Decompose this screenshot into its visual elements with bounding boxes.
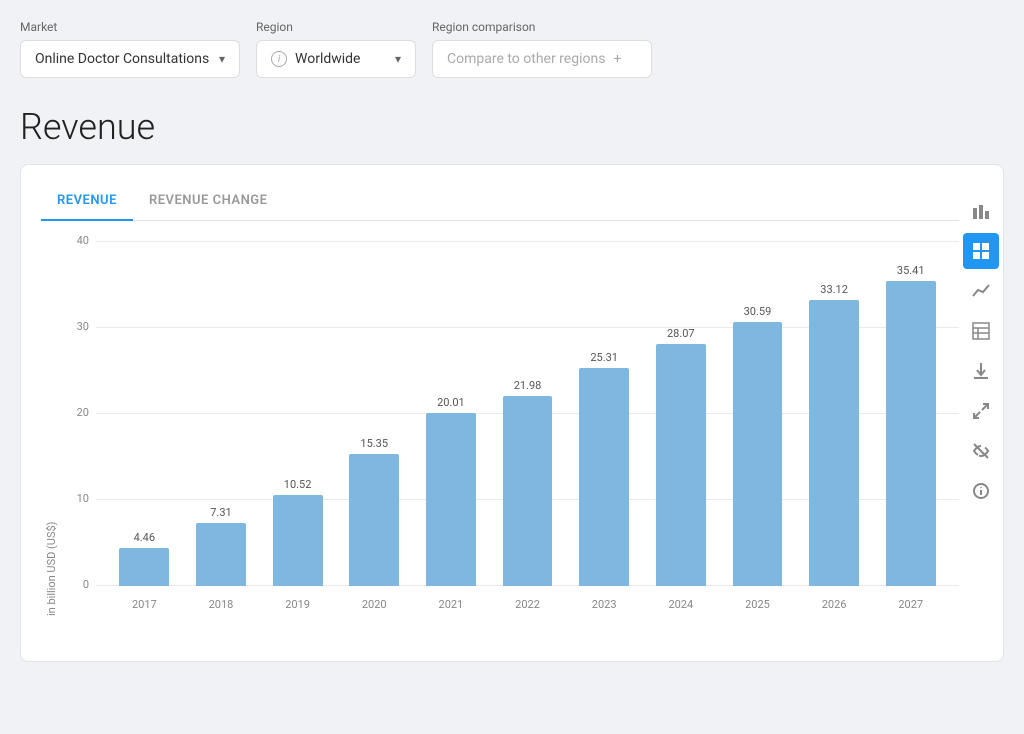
sidebar-icons xyxy=(959,185,1003,641)
x-axis-label: 2019 xyxy=(259,592,336,611)
region-info-icon: i xyxy=(271,51,287,67)
bar-value-label: 20.01 xyxy=(437,396,465,409)
bar[interactable] xyxy=(273,495,323,586)
region-label: Region xyxy=(256,20,416,34)
chart-inner: 403020100 4.467.3110.5215.3520.0121.9825… xyxy=(96,241,959,611)
bar-value-label: 15.35 xyxy=(360,437,388,450)
region-select[interactable]: i Worldwide ▾ xyxy=(256,40,416,78)
comparison-plus-icon: + xyxy=(613,51,621,67)
region-filter-group: Region i Worldwide ▾ xyxy=(256,20,416,78)
x-axis-label: 2027 xyxy=(872,592,949,611)
bar-group[interactable]: 33.12 xyxy=(796,241,873,586)
region-selected-value: Worldwide xyxy=(295,51,360,67)
bar-value-label: 33.12 xyxy=(820,283,848,296)
section-title: Revenue xyxy=(20,106,1004,148)
x-axis: 2017201820192020202120222023202420252026… xyxy=(96,592,959,611)
bar-group[interactable]: 21.98 xyxy=(489,241,566,586)
tab-revenue[interactable]: REVENUE xyxy=(41,185,133,220)
expand-icon[interactable] xyxy=(963,393,999,429)
bar[interactable] xyxy=(809,300,859,586)
market-label: Market xyxy=(20,20,240,34)
comparison-placeholder: Compare to other regions xyxy=(447,51,605,67)
grid-chart-icon[interactable] xyxy=(963,233,999,269)
bar-group[interactable]: 7.31 xyxy=(183,241,260,586)
x-axis-label: 2017 xyxy=(106,592,183,611)
info-icon[interactable] xyxy=(963,473,999,509)
x-axis-label: 2024 xyxy=(642,592,719,611)
bar[interactable] xyxy=(579,368,629,586)
chart-area: 403020100 4.467.3110.5215.3520.0121.9825… xyxy=(41,241,959,641)
bar-value-label: 30.59 xyxy=(744,305,772,318)
bar[interactable] xyxy=(119,548,169,586)
filter-bar: Market Online Doctor Consultations ▾ Reg… xyxy=(20,20,1004,78)
market-select[interactable]: Online Doctor Consultations ▾ xyxy=(20,40,240,78)
market-selected-value: Online Doctor Consultations xyxy=(35,51,209,67)
comparison-label: Region comparison xyxy=(432,20,652,34)
bar[interactable] xyxy=(886,281,936,586)
bar-chart-icon[interactable] xyxy=(963,193,999,229)
bar-value-label: 35.41 xyxy=(897,264,925,277)
bar-value-label: 4.46 xyxy=(134,531,155,544)
x-axis-label: 2026 xyxy=(796,592,873,611)
bar[interactable] xyxy=(656,344,706,586)
bar[interactable] xyxy=(426,413,476,586)
bar-value-label: 25.31 xyxy=(590,351,618,364)
bar-value-label: 10.52 xyxy=(284,478,312,491)
bar-group[interactable]: 4.46 xyxy=(106,241,183,586)
bar-group[interactable]: 10.52 xyxy=(259,241,336,586)
bars-container: 4.46 7.31 10.52 15.35 20.01 21.98 25.31 28.07 30… xyxy=(96,241,959,586)
x-axis-label: 2022 xyxy=(489,592,566,611)
bar-group[interactable]: 30.59 xyxy=(719,241,796,586)
bar-group[interactable]: 15.35 xyxy=(336,241,413,586)
chart-tabs: REVENUE REVENUE CHANGE xyxy=(41,185,959,221)
market-filter-group: Market Online Doctor Consultations ▾ xyxy=(20,20,240,78)
chart-main: REVENUE REVENUE CHANGE 403020100 4.467.3… xyxy=(41,185,959,641)
bar-group[interactable]: 35.41 xyxy=(872,241,949,586)
bar[interactable] xyxy=(733,322,783,586)
y-axis-label: in billion USD (US$) xyxy=(45,241,58,616)
region-chevron-icon: ▾ xyxy=(395,52,401,66)
bar-group[interactable]: 28.07 xyxy=(642,241,719,586)
bar[interactable] xyxy=(196,523,246,586)
x-axis-label: 2020 xyxy=(336,592,413,611)
x-axis-label: 2025 xyxy=(719,592,796,611)
market-chevron-icon: ▾ xyxy=(219,52,225,66)
bar-group[interactable]: 25.31 xyxy=(566,241,643,586)
bar[interactable] xyxy=(503,396,553,586)
hide-icon[interactable] xyxy=(963,433,999,469)
bar-value-label: 21.98 xyxy=(514,379,542,392)
bar-value-label: 7.31 xyxy=(210,506,231,519)
bar-group[interactable]: 20.01 xyxy=(413,241,490,586)
line-chart-icon[interactable] xyxy=(963,273,999,309)
chart-card: REVENUE REVENUE CHANGE 403020100 4.467.3… xyxy=(20,164,1004,662)
comparison-filter-group: Region comparison Compare to other regio… xyxy=(432,20,652,78)
bar-value-label: 28.07 xyxy=(667,327,695,340)
table-icon[interactable] xyxy=(963,313,999,349)
x-axis-label: 2023 xyxy=(566,592,643,611)
x-axis-label: 2018 xyxy=(183,592,260,611)
bar[interactable] xyxy=(349,454,399,586)
x-axis-label: 2021 xyxy=(413,592,490,611)
download-icon[interactable] xyxy=(963,353,999,389)
comparison-select[interactable]: Compare to other regions + xyxy=(432,40,652,78)
tab-revenue-change[interactable]: REVENUE CHANGE xyxy=(133,185,284,220)
